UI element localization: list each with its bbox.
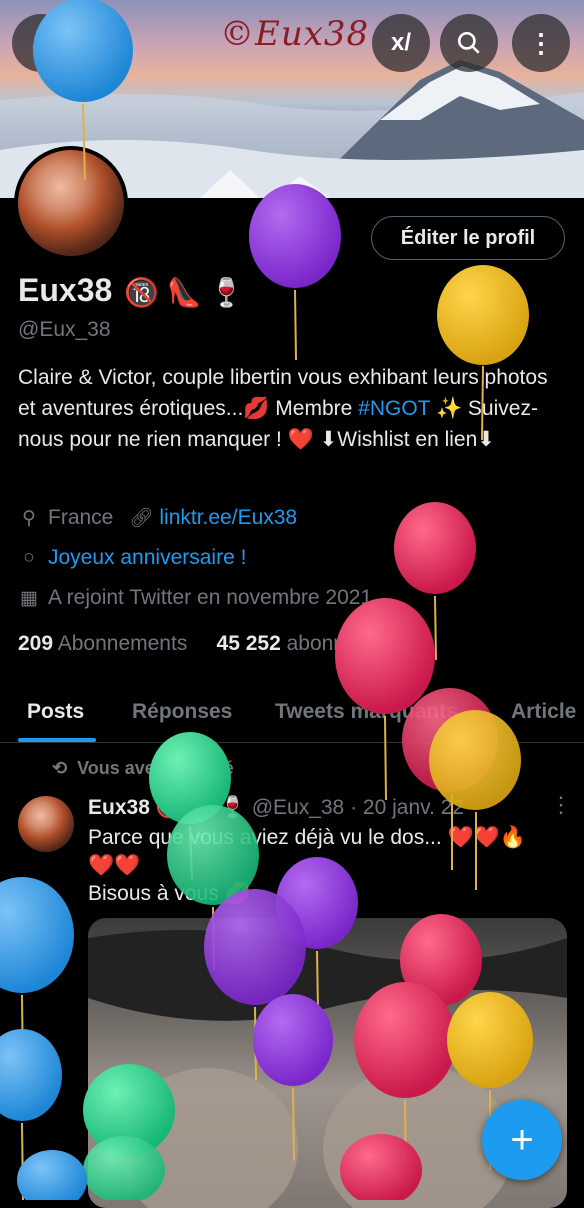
post-line-1: Parce que vous aviez déjà vu le dos... ❤… bbox=[88, 826, 526, 849]
post-line-3: Bisous à vous 💋 bbox=[88, 882, 251, 905]
balloon bbox=[249, 184, 341, 361]
repost-indicator: ⟲ Vous avez reposté bbox=[52, 758, 234, 779]
compose-button[interactable]: + bbox=[482, 1100, 562, 1180]
post-header: Eux38 🔞 👠 🍷 @Eux_38 · 20 janv. 22 bbox=[88, 796, 464, 820]
followers-label: abonnés bbox=[286, 632, 368, 655]
post-text: Parce que vous aviez déjà vu le dos... ❤… bbox=[88, 824, 568, 908]
bio-hashtag-link[interactable]: #NGOT bbox=[358, 397, 430, 420]
active-tab-indicator bbox=[18, 738, 96, 742]
tab-replies[interactable]: Réponses bbox=[132, 700, 232, 724]
post-author-name[interactable]: Eux38 bbox=[88, 796, 150, 819]
profile-stats: 209 Abonnements 45 252 abonnés bbox=[18, 632, 367, 656]
following-count: 209 bbox=[18, 632, 54, 655]
back-button[interactable]: ← bbox=[12, 14, 70, 72]
post-line-2: ❤️❤️ bbox=[88, 854, 141, 877]
following-link[interactable]: 209 Abonnements bbox=[18, 632, 187, 655]
followers-count: 45 252 bbox=[216, 632, 281, 655]
post-avatar[interactable] bbox=[18, 796, 74, 852]
location-pin-icon: ⚲ bbox=[22, 507, 36, 529]
balloon bbox=[0, 1029, 62, 1200]
search-button[interactable] bbox=[440, 14, 498, 72]
post-author-handle: @Eux_38 bbox=[251, 796, 345, 819]
profile-name-emojis: 🔞 👠 🍷 bbox=[124, 277, 245, 308]
link-icon: 🔗︎ bbox=[129, 508, 154, 529]
arrow-left-icon: ← bbox=[27, 27, 55, 58]
grok-icon: x/ bbox=[390, 29, 411, 56]
profile-website-link[interactable]: linktr.ee/Eux38 bbox=[159, 506, 297, 530]
balloon-icon: ○ bbox=[23, 547, 35, 568]
tab-posts[interactable]: Posts bbox=[27, 700, 84, 724]
more-vertical-icon: ⋮ bbox=[528, 27, 554, 58]
balloon bbox=[0, 877, 74, 1081]
search-icon bbox=[457, 31, 480, 54]
grok-button[interactable]: x/ bbox=[372, 14, 430, 72]
profile-meta-birthday-row: ○ Joyeux anniversaire ! bbox=[18, 546, 246, 570]
balloon bbox=[394, 502, 476, 661]
post-author-emojis: 🔞 👠 🍷 bbox=[155, 796, 246, 819]
profile-name: Eux38 bbox=[18, 272, 113, 308]
balloon bbox=[17, 1150, 87, 1200]
profile-location: France bbox=[48, 506, 114, 529]
repost-label: Vous avez reposté bbox=[77, 758, 234, 778]
calendar-icon: ▦ bbox=[20, 587, 38, 609]
profile-birthday-link[interactable]: Joyeux anniversaire ! bbox=[48, 546, 246, 570]
tab-highlights[interactable]: Tweets marquants bbox=[275, 700, 458, 724]
more-button[interactable]: ⋮ bbox=[512, 14, 570, 72]
post-date: · 20 janv. 22 bbox=[350, 796, 465, 819]
profile-handle: @Eux_38 bbox=[18, 318, 111, 341]
profile-joined: A rejoint Twitter en novembre 2021 bbox=[48, 586, 373, 609]
following-label: Abonnements bbox=[57, 632, 188, 655]
followers-link[interactable]: 45 252 abonnés bbox=[217, 632, 368, 655]
profile-meta-location-row: ⚲ France 🔗︎ linktr.ee/Eux38 bbox=[18, 506, 297, 530]
profile-bio: Claire & Victor, couple libertin vous ex… bbox=[18, 362, 566, 455]
tab-articles[interactable]: Article bbox=[511, 700, 576, 724]
profile-meta-joined-row: ▦ A rejoint Twitter en novembre 2021 bbox=[18, 586, 372, 610]
profile-avatar[interactable] bbox=[14, 146, 128, 260]
edit-profile-button[interactable]: Éditer le profil bbox=[371, 216, 565, 260]
profile-tabs: Posts Réponses Tweets marquants Article bbox=[0, 690, 584, 743]
banner-watermark: ©Eux38 bbox=[220, 14, 370, 54]
post-more-icon[interactable]: ⋮ bbox=[550, 792, 572, 818]
repost-icon: ⟲ bbox=[52, 758, 68, 778]
